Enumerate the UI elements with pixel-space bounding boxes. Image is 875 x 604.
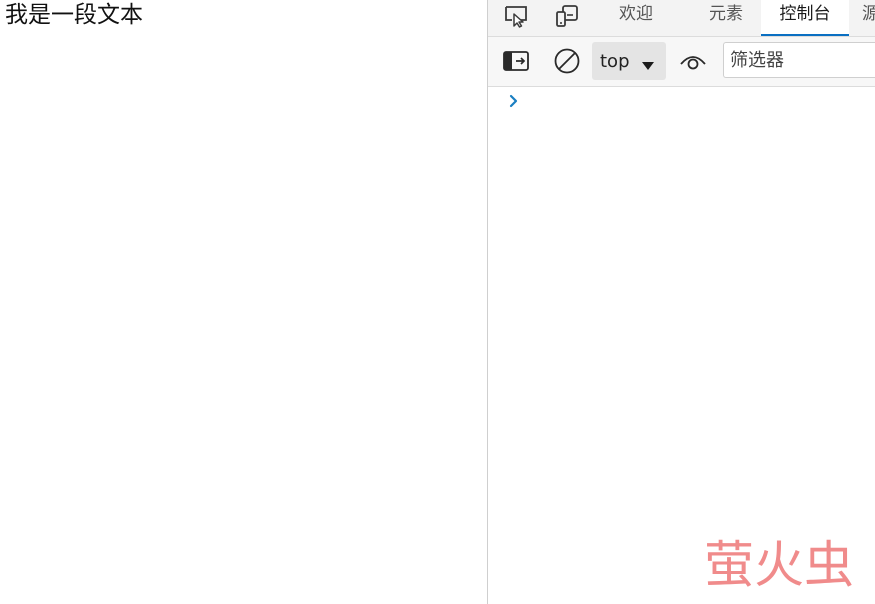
- live-expression-eye-icon[interactable]: [678, 46, 708, 76]
- watermark: 萤火虫: [704, 536, 854, 594]
- show-sidebar-icon[interactable]: [501, 46, 531, 76]
- devtools-panel: 欢迎 元素 控制台 源 top: [488, 0, 875, 604]
- tab-elements[interactable]: 元素: [700, 0, 752, 36]
- tab-console[interactable]: 控制台: [761, 0, 849, 36]
- console-filter-input[interactable]: [723, 42, 875, 78]
- page-paragraph: 我是一段文本: [5, 2, 143, 28]
- page-viewport: 我是一段文本: [0, 0, 487, 604]
- console-toolbar: top: [488, 37, 875, 87]
- tab-sources[interactable]: 源: [862, 0, 875, 36]
- tab-welcome[interactable]: 欢迎: [610, 0, 662, 36]
- dropdown-caret-icon: [641, 56, 655, 75]
- console-output[interactable]: [488, 87, 875, 604]
- context-value: top: [600, 51, 630, 72]
- inspect-element-icon[interactable]: [501, 2, 531, 30]
- console-prompt-chevron-icon: [508, 93, 520, 113]
- context-selector[interactable]: top: [592, 42, 666, 80]
- browser-window: 我是一段文本 欢迎 元素 控制台 源 top 筛选器 萤火虫: [0, 0, 875, 604]
- clear-console-icon[interactable]: [552, 46, 582, 76]
- devtools-tabbar: 欢迎 元素 控制台 源: [488, 0, 875, 37]
- device-emulation-icon[interactable]: [552, 2, 582, 30]
